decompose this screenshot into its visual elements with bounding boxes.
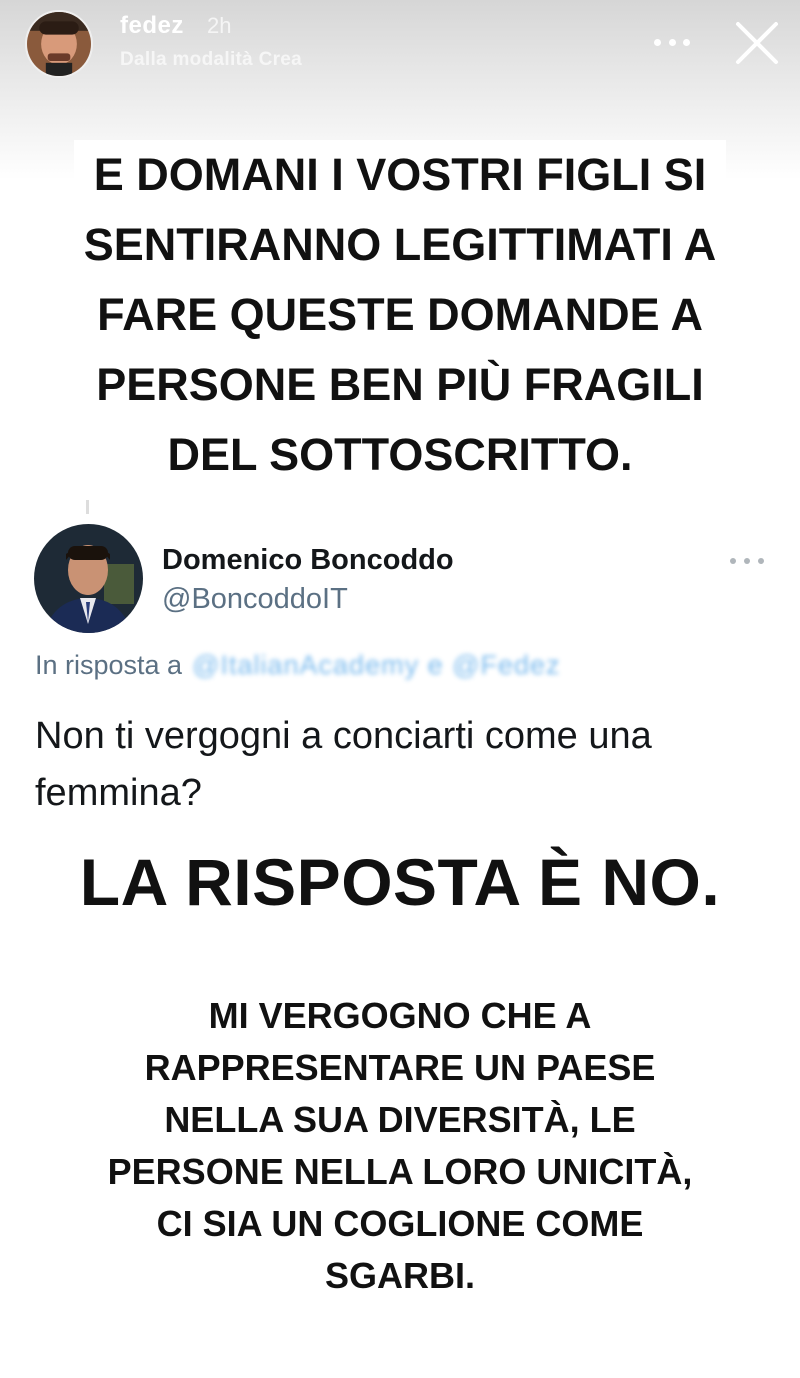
tweet-more-icon xyxy=(730,556,764,566)
story-subtitle[interactable]: Dalla modalità Crea xyxy=(120,49,302,71)
tweet-reply-line: In risposta a @ItalianAcademy e @Fedez xyxy=(35,650,561,681)
caption-line: SGARBI. xyxy=(304,1250,495,1302)
tweet-text: Non ti vergogni a conciarti come una fem… xyxy=(35,715,652,814)
reply-to-blurred: @ItalianAcademy e @Fedez xyxy=(192,650,561,680)
caption-line: PERSONE BEN PIÙ FRAGILI xyxy=(76,350,724,420)
caption-line: FARE QUESTE DOMANDE A xyxy=(77,280,723,350)
close-icon[interactable] xyxy=(732,18,782,68)
caption-line: PERSONE NELLA LORO UNICITÀ, xyxy=(87,1146,713,1198)
story-username[interactable]: fedez xyxy=(120,12,184,40)
caption-line: DEL SOTTOSCRITTO. xyxy=(147,420,653,490)
caption-line: E DOMANI I VOSTRI FIGLI SI xyxy=(73,140,727,210)
caption-line: NELLA SUA DIVERSITÀ, LE xyxy=(144,1094,656,1146)
avatar-image xyxy=(27,12,91,76)
tweet-author-handle: @BoncoddoIT xyxy=(162,583,348,615)
divider-mark xyxy=(86,500,89,514)
reply-prefix: In risposta a xyxy=(35,650,183,680)
caption-line: SENTIRANNO LEGITTIMATI A xyxy=(63,210,737,280)
caption-line: CI SIA UN COGLIONE COME xyxy=(136,1198,664,1250)
more-horizontal-icon[interactable] xyxy=(650,30,694,54)
tweet-avatar-image xyxy=(34,524,143,633)
caption-top: E DOMANI I VOSTRI FIGLI SI SENTIRANNO LE… xyxy=(30,140,770,490)
story-time: 2h xyxy=(207,13,232,38)
caption-line: RAPPRESENTARE UN PAESE xyxy=(124,1042,676,1094)
caption-bottom: MI VERGOGNO CHE A RAPPRESENTARE UN PAESE… xyxy=(30,990,770,1302)
tweet-author-name: Domenico Boncoddo xyxy=(162,544,454,576)
caption-answer: LA RISPOSTA È NO. xyxy=(59,842,741,922)
caption-middle: LA RISPOSTA È NO. xyxy=(30,842,770,922)
story-avatar[interactable] xyxy=(25,10,93,78)
caption-line: MI VERGOGNO CHE A xyxy=(188,990,612,1042)
tweet-avatar xyxy=(34,524,143,633)
